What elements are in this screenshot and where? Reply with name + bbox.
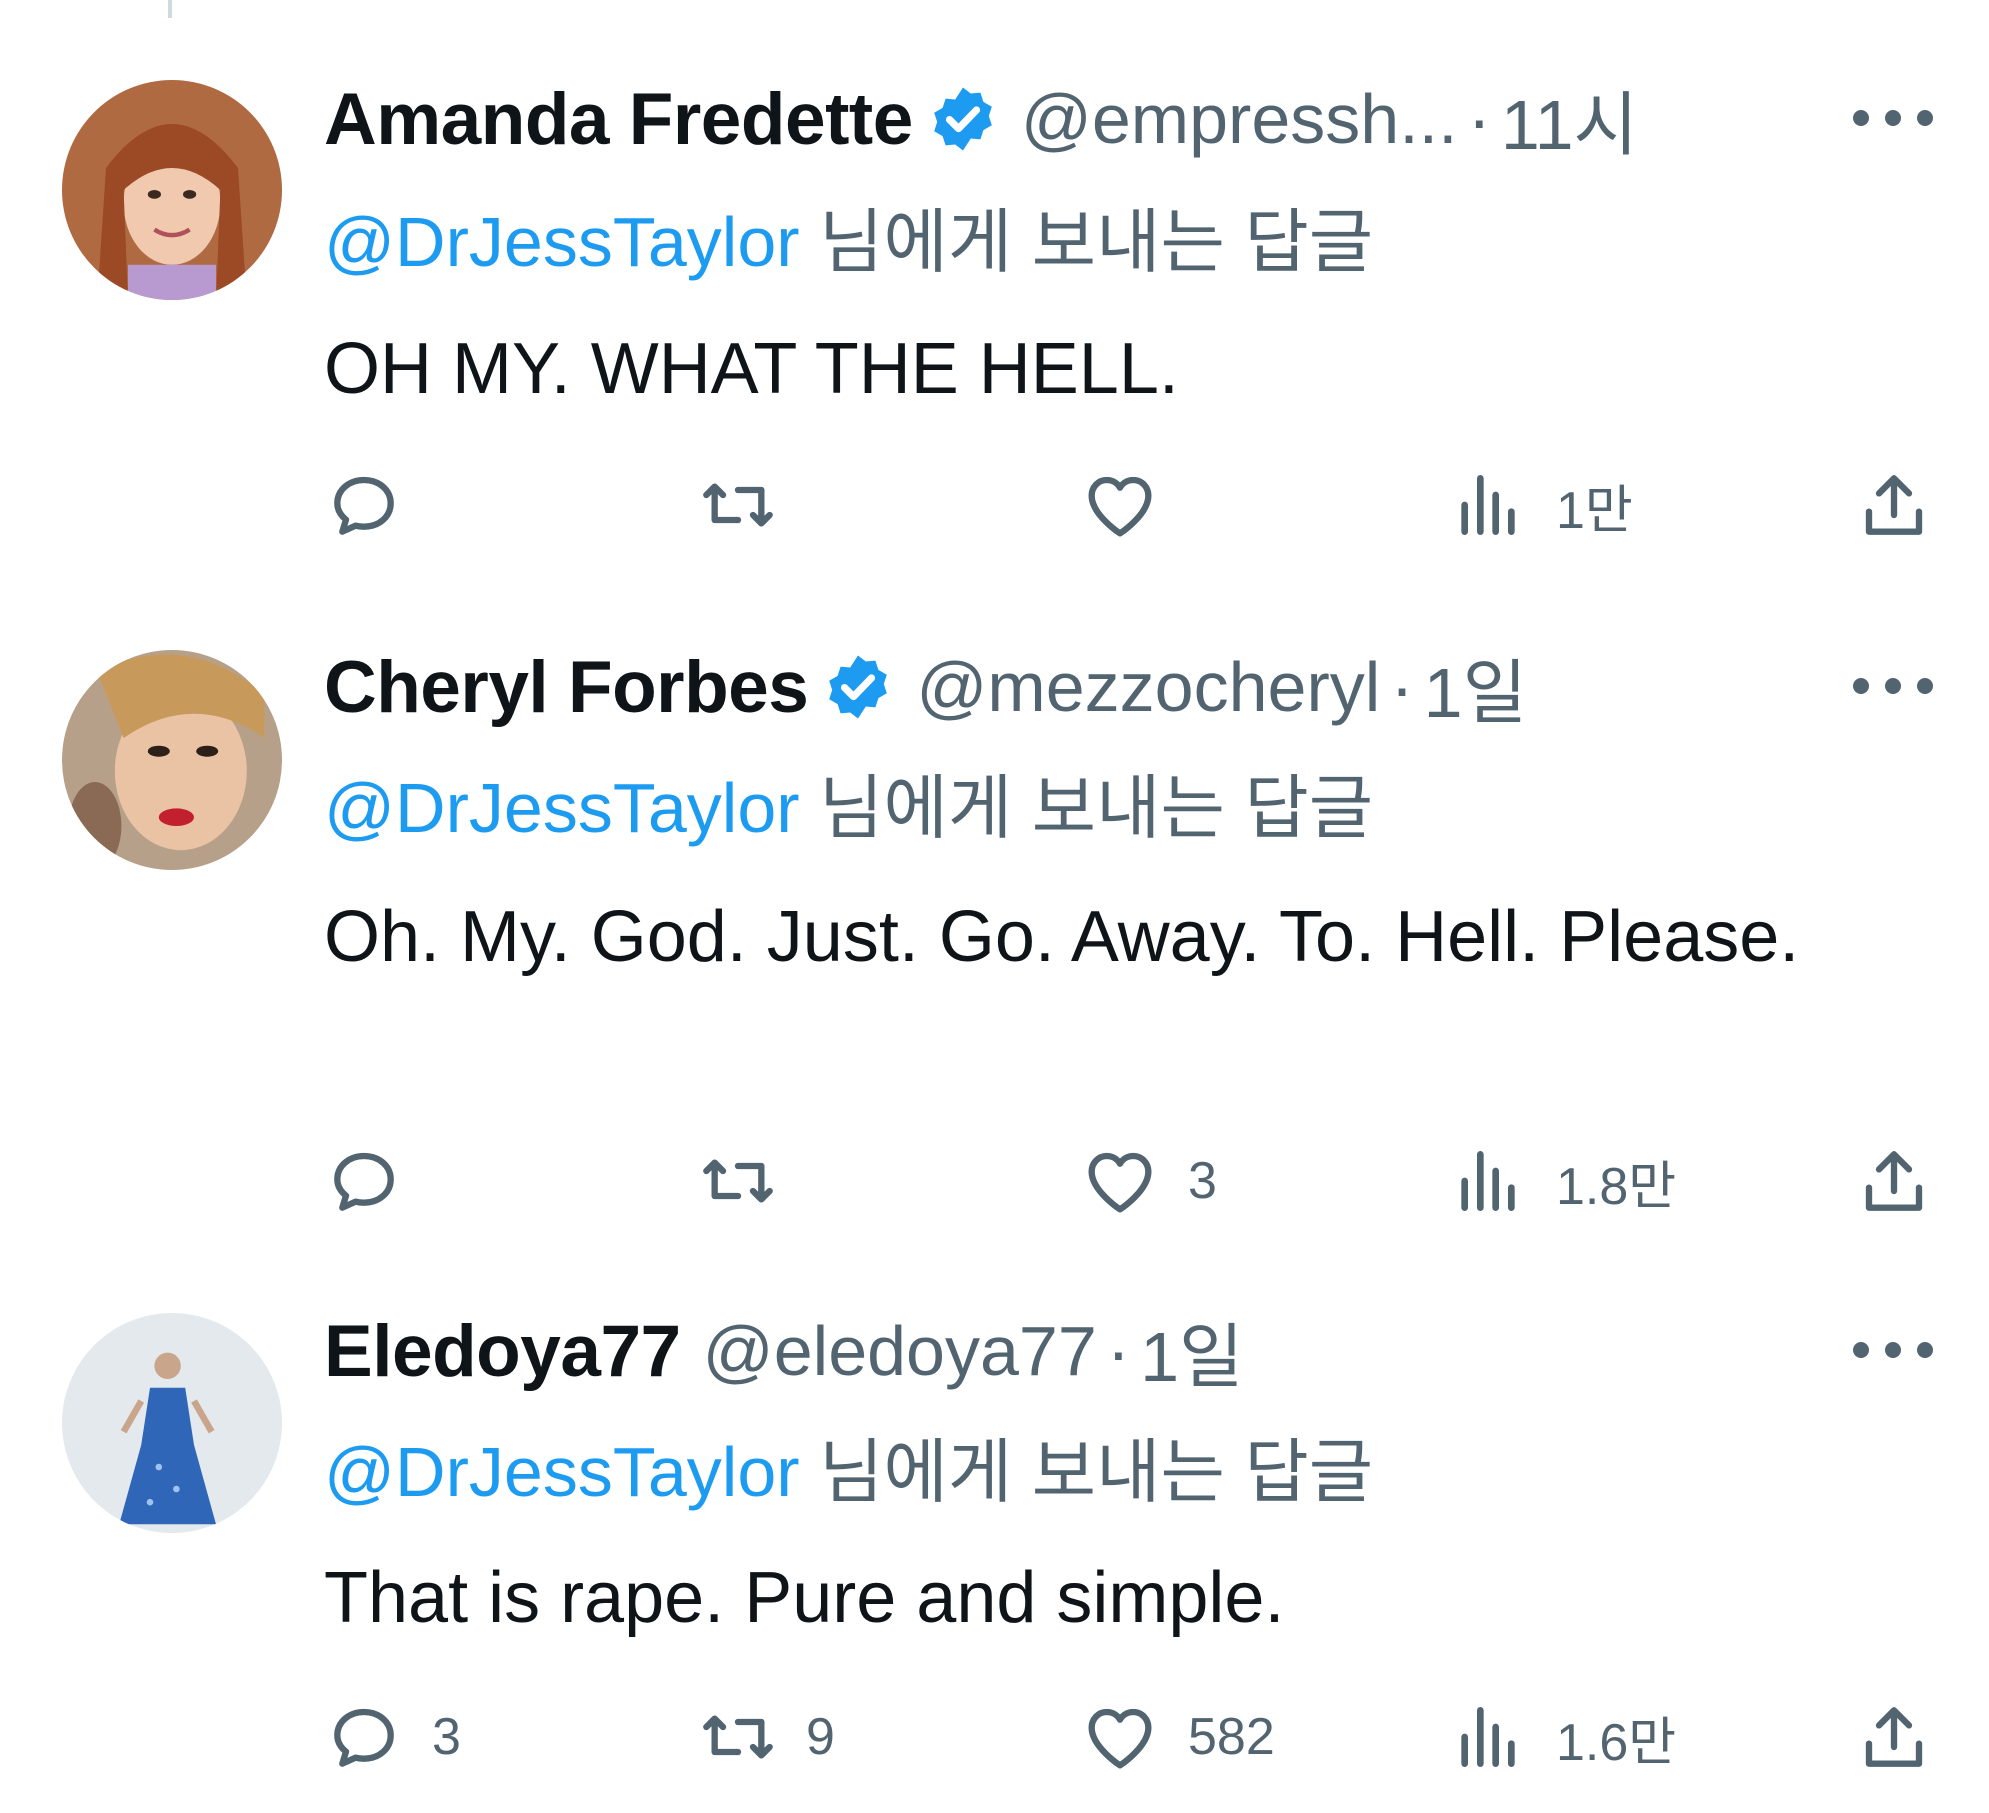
like-button[interactable]	[1080, 460, 1188, 550]
retweet-arrows-icon	[703, 483, 773, 527]
like-count: 582	[1188, 1708, 1275, 1766]
reply-button[interactable]	[324, 460, 432, 550]
avatar[interactable]	[62, 80, 282, 300]
more-dots-icon[interactable]	[1853, 103, 1933, 133]
views-count: 1.8만	[1556, 1157, 1677, 1216]
replying-to: @DrJessTaylor 님에게 보내는 답글	[324, 186, 1373, 287]
avatar[interactable]	[62, 650, 282, 870]
bar-chart-icon	[1461, 475, 1515, 535]
tweet-text: That is rape. Pure and simple.	[324, 1558, 1285, 1638]
reply-suffix: 님에게 보내는 답글	[799, 1433, 1374, 1511]
display-name[interactable]: Eledoya77	[324, 1310, 681, 1393]
retweet-button[interactable]	[698, 460, 806, 550]
reply-mention-link[interactable]: @DrJessTaylor	[324, 203, 800, 281]
tweet-text: Oh. My. God. Just. Go. Away. To. Hell. P…	[324, 897, 1800, 977]
views-button[interactable]: 1.8만	[1448, 1136, 1676, 1226]
bar-chart-icon	[1461, 1151, 1515, 1211]
views-button[interactable]: 1.6만	[1448, 1692, 1676, 1782]
separator-dot: ·	[1106, 1312, 1131, 1390]
share-upload-icon	[1865, 1151, 1923, 1211]
speech-bubble-icon	[334, 1708, 394, 1767]
retweet-button[interactable]	[698, 1136, 806, 1226]
thread-connector-line	[168, 0, 172, 18]
verified-badge-icon	[822, 651, 894, 723]
retweet-arrows-icon	[703, 1159, 773, 1203]
heart-icon	[1088, 476, 1152, 537]
share-upload-icon	[1865, 1707, 1923, 1767]
reply-button[interactable]: 3	[324, 1692, 461, 1782]
handle[interactable]: @mezzocheryl	[916, 647, 1380, 727]
handle[interactable]: @eledoya77	[703, 1311, 1097, 1391]
like-button[interactable]: 3	[1080, 1136, 1217, 1226]
reply-mention-link[interactable]: @DrJessTaylor	[324, 1433, 800, 1511]
views-button[interactable]: 1만	[1448, 460, 1633, 550]
retweet-count: 9	[806, 1708, 835, 1766]
reply-suffix: 님에게 보내는 답글	[799, 769, 1374, 847]
action-bar: 1만	[0, 460, 1989, 550]
handle[interactable]: @empressh...	[1021, 79, 1458, 159]
reply-suffix: 님에게 보내는 답글	[799, 203, 1374, 281]
display-name[interactable]: Cheryl Forbes	[324, 646, 809, 729]
speech-bubble-icon	[334, 1152, 394, 1211]
timestamp[interactable]: 1일	[1424, 637, 1527, 738]
avatar[interactable]	[62, 1313, 282, 1533]
speech-bubble-icon	[334, 476, 394, 535]
more-dots-icon[interactable]	[1853, 1335, 1933, 1365]
share-upload-icon	[1865, 475, 1923, 535]
share-button[interactable]	[1854, 1136, 1934, 1226]
tweet-text: OH MY. WHAT THE HELL.	[324, 329, 1179, 409]
timestamp[interactable]: 11시	[1501, 69, 1638, 170]
verified-badge-icon	[927, 83, 999, 155]
replying-to: @DrJessTaylor 님에게 보내는 답글	[324, 752, 1373, 853]
separator-dot: ·	[1390, 648, 1414, 726]
tweet-header: Amanda Fredette @empressh... · 11시	[324, 74, 1638, 164]
separator-dot: ·	[1467, 80, 1491, 158]
views-count: 1.6만	[1556, 1713, 1677, 1772]
tweet-header: Cheryl Forbes @mezzocheryl · 1일	[324, 642, 1527, 732]
like-button[interactable]: 582	[1080, 1692, 1275, 1782]
reply-button[interactable]	[324, 1136, 432, 1226]
retweet-button[interactable]: 9	[698, 1692, 835, 1782]
heart-icon	[1088, 1708, 1152, 1769]
retweet-arrows-icon	[703, 1715, 773, 1759]
bar-chart-icon	[1461, 1707, 1515, 1767]
share-button[interactable]	[1854, 1692, 1934, 1782]
replying-to: @DrJessTaylor 님에게 보내는 답글	[324, 1416, 1373, 1517]
views-count: 1만	[1556, 481, 1633, 540]
more-dots-icon[interactable]	[1853, 671, 1933, 701]
reply-count: 3	[432, 1708, 461, 1766]
tweet-header: Eledoya77 @eledoya77 · 1일	[324, 1306, 1243, 1396]
like-count: 3	[1188, 1152, 1217, 1210]
share-button[interactable]	[1854, 460, 1934, 550]
reply-mention-link[interactable]: @DrJessTaylor	[324, 769, 800, 847]
timestamp[interactable]: 1일	[1140, 1301, 1243, 1402]
display-name[interactable]: Amanda Fredette	[324, 78, 913, 161]
action-bar: 3 9 582 1.6만	[0, 1692, 1989, 1782]
heart-icon	[1088, 1152, 1152, 1213]
action-bar: 3 1.8만	[0, 1136, 1989, 1226]
